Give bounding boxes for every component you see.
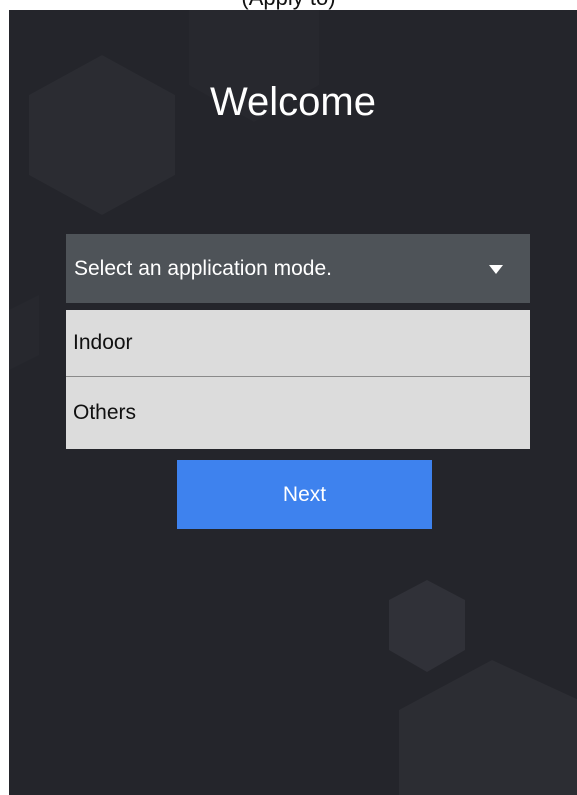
select-placeholder: Select an application mode.	[74, 256, 332, 280]
application-mode-select[interactable]: Select an application mode.	[66, 234, 530, 303]
device-screen: Welcome Select an application mode. Indo…	[9, 10, 577, 795]
top-caption: (Apply to)	[0, 0, 577, 10]
option-list: Indoor Others	[66, 310, 530, 449]
option-others[interactable]: Others	[66, 376, 530, 449]
page: (Apply to) Welcome Select an application…	[0, 0, 577, 795]
welcome-title: Welcome	[210, 80, 376, 124]
next-button[interactable]: Next	[177, 460, 432, 529]
option-indoor[interactable]: Indoor	[66, 310, 530, 376]
triangle-down-icon[interactable]	[489, 265, 503, 274]
